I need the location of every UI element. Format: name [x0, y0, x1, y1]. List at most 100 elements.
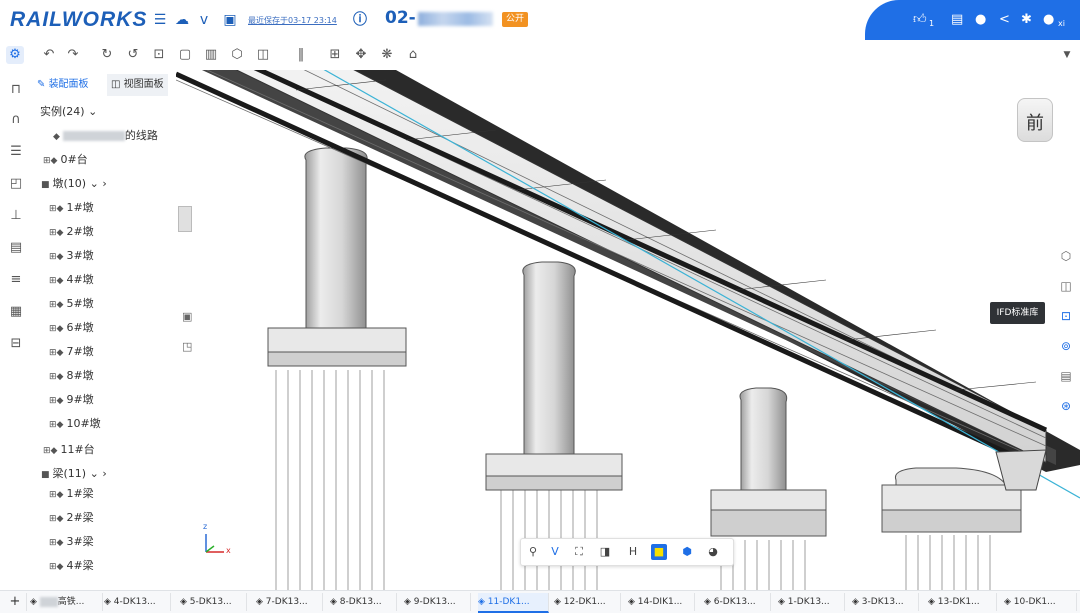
pattern-icon[interactable]: ❋ [378, 46, 396, 64]
tree-item-pier[interactable]: ⊞◆ 2#墩 [49, 224, 94, 241]
tab-assembly[interactable]: ✎ 装配面板 [37, 74, 89, 96]
model-tab[interactable]: ◈ 3-DK13... [852, 593, 919, 611]
bridge-model [176, 70, 1080, 590]
model-tab-active[interactable]: ◈ 11-DK1... [478, 593, 549, 613]
section-icon[interactable]: ◨ [597, 544, 613, 560]
measure-icon[interactable]: H [625, 544, 641, 560]
model-tab[interactable]: ◈ 12-DK1... [554, 593, 621, 611]
instances-header[interactable]: 实例(24) ⌄ [40, 104, 97, 120]
tree-item-beam[interactable]: ⊞◆ 1#梁 [49, 486, 94, 503]
rotate-2-icon[interactable]: ↺ [124, 46, 142, 64]
model-tab[interactable]: ◈ 5-DK13... [180, 593, 247, 611]
user-model-icon[interactable]: ⊛ [1058, 398, 1074, 414]
bridge-icon[interactable]: ◰ [8, 176, 24, 192]
structure-icon[interactable]: ⌂ [404, 46, 422, 64]
standard-icon[interactable]: ⊚ [1058, 338, 1074, 354]
tree-item-pier[interactable]: ⊞◆ 9#墩 [49, 392, 94, 409]
like-count: 1 [929, 19, 935, 28]
add-tab-icon[interactable]: + [4, 593, 27, 611]
properties-icon[interactable]: ▣ [182, 310, 192, 323]
mirror-icon[interactable]: ◫ [254, 46, 272, 64]
save-icon[interactable]: ▣ [222, 12, 238, 28]
assembly-mode-icon[interactable]: ⚙ [6, 46, 24, 64]
pier-icon[interactable]: ⊥ [8, 208, 24, 224]
left-icon-strip: ⊓ ∩ ☰ ◰ ⊥ ▤ ≡ ▦ ⊟ [0, 70, 32, 590]
ifd-library-icon[interactable]: ⊡ [1058, 308, 1074, 324]
sheet-icon[interactable]: ▤ [8, 240, 24, 256]
select-icon[interactable]: V [547, 544, 563, 560]
tab-view[interactable]: ◫ 视图面板 [107, 74, 168, 96]
rotate-icon[interactable]: ↻ [98, 46, 116, 64]
axis-x-label: x [226, 546, 231, 555]
grid-icon[interactable]: ⊞ [326, 46, 344, 64]
beams-header[interactable]: ■ 梁(11) ⌄ › [41, 466, 107, 483]
like-icon[interactable]: 👍︎ [913, 12, 927, 28]
chevron-down-icon[interactable]: ▼ [1058, 46, 1076, 64]
layers-icon[interactable]: ▥ [202, 46, 220, 64]
frame-icon[interactable]: ▢ [176, 46, 194, 64]
axis-z-label: z [203, 522, 208, 531]
list-icon[interactable]: ≡ [8, 272, 24, 288]
ladder-icon[interactable]: ☰ [8, 144, 24, 160]
model-tab[interactable]: ◈ 7-DK13... [256, 593, 323, 611]
shading-icon[interactable]: ■ [651, 544, 667, 560]
tree-item-pier[interactable]: ⊞◆ 6#墩 [49, 320, 94, 337]
tree-item-beam[interactable]: ⊞◆ 4#梁 [49, 558, 94, 575]
tree-item-pier[interactable]: ⊞◆ 4#墩 [49, 272, 94, 289]
info-icon[interactable]: ⓘ [352, 12, 368, 28]
cloud-icon[interactable]: ☁ [174, 12, 190, 28]
version-icon[interactable]: ⅴ [196, 12, 212, 28]
docs-icon[interactable]: ▤ [1058, 368, 1074, 384]
document-icon[interactable]: ▤ [951, 12, 963, 28]
model-tab[interactable]: ◈ 8-DK13... [330, 593, 397, 611]
user-icon[interactable]: ● [1043, 12, 1054, 28]
tree-item-pier[interactable]: ⊞◆ 1#墩 [49, 200, 94, 217]
comment-icon[interactable]: ● [975, 12, 986, 28]
model-tab[interactable]: ◈ 4-DK13... [104, 593, 171, 611]
model-tab[interactable]: ◈ 9-DK13... [404, 593, 471, 611]
tree-item-line[interactable]: ◆ 的线路 [53, 128, 158, 145]
tree-item-pier[interactable]: ⊞◆ 5#墩 [49, 296, 94, 313]
tree-item-beam[interactable]: ⊞◆ 2#梁 [49, 510, 94, 527]
frame-2-icon[interactable]: ⊟ [8, 336, 24, 352]
gantry-icon[interactable]: ⊓ [8, 82, 24, 98]
model-tab[interactable]: ◈ 14-DIK1... [628, 593, 695, 611]
fit-icon[interactable]: ⛶ [571, 544, 587, 560]
tree-item-abutment-0[interactable]: ⊞◆ 0#台 [43, 152, 88, 169]
bottom-tab-bar: + ◈ 高铁... ◈ 4-DK13... ◈ 5-DK13... ◈ 7-DK… [0, 590, 1080, 613]
share-icon[interactable]: < [999, 12, 1010, 28]
undo-icon[interactable]: ↶ [40, 46, 58, 64]
tree-item-pier[interactable]: ⊞◆ 8#墩 [49, 368, 94, 385]
public-badge[interactable]: 公开 [502, 12, 529, 27]
library-icon[interactable]: ◫ [1058, 278, 1074, 294]
tree-item-abutment-11[interactable]: ⊞◆ 11#台 [43, 442, 95, 459]
app-logo: RAILWORKS [10, 8, 148, 31]
redo-icon[interactable]: ↷ [64, 46, 82, 64]
move-icon[interactable]: ✥ [352, 46, 370, 64]
settings-sliders-icon[interactable]: ☰ [152, 12, 168, 28]
model-tab[interactable]: ◈ 13-DK1... [928, 593, 997, 611]
arch-icon[interactable]: ∩ [8, 112, 24, 128]
insert-icon[interactable]: ⊡ [150, 46, 168, 64]
model-tab[interactable]: ◈ 6-DK13... [704, 593, 771, 611]
cube-icon[interactable]: ⬢ [679, 544, 695, 560]
tree-item-pier[interactable]: ⊞◆ 3#墩 [49, 248, 94, 265]
zoom-icon[interactable]: ⚲ [525, 544, 541, 560]
model-tab[interactable]: ◈ 10-DK1... [1004, 593, 1077, 611]
model-tab[interactable]: ◈ 高铁... [30, 593, 103, 611]
model-tab[interactable]: ◈ 1-DK13... [778, 593, 845, 611]
align-icon[interactable]: ‖ [292, 46, 310, 64]
tree-item-pier[interactable]: ⊞◆ 7#墩 [49, 344, 94, 361]
clip-icon[interactable]: ◳ [182, 340, 192, 353]
component-icon[interactable]: ⬡ [1058, 248, 1074, 264]
box-icon[interactable]: ⬡ [228, 46, 246, 64]
model-viewport[interactable]: z x ▣ ◳ [176, 70, 1080, 590]
clipboard-icon[interactable]: ▦ [8, 304, 24, 320]
view-cube[interactable]: 前 [1017, 98, 1053, 142]
piers-header[interactable]: ■ 墩(10) ⌄ › [41, 176, 107, 193]
tree-item-beam[interactable]: ⊞◆ 3#梁 [49, 534, 94, 551]
gear-icon[interactable]: ✱ [1021, 12, 1032, 28]
panel-collapse-handle[interactable] [178, 206, 192, 232]
tree-item-pier[interactable]: ⊞◆ 10#墩 [49, 416, 101, 433]
render-icon[interactable]: ◕ [705, 544, 721, 560]
